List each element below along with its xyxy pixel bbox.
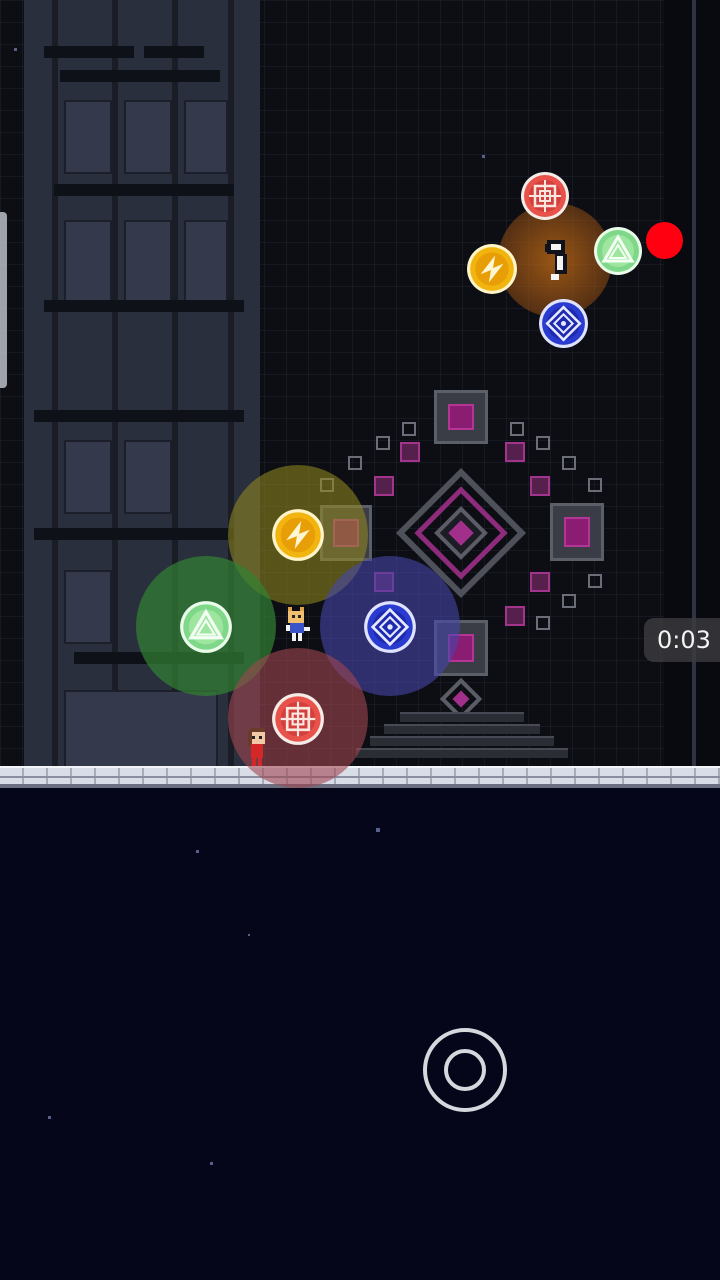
joystick-knob[interactable] bbox=[444, 1049, 486, 1091]
record-icon[interactable] bbox=[646, 222, 683, 259]
boss-red-orb bbox=[520, 171, 570, 221]
game-screen[interactable]: 0:03 bbox=[0, 0, 720, 1280]
bolt-icon bbox=[467, 244, 517, 294]
triangle-icon bbox=[594, 227, 642, 275]
crosshair-icon bbox=[272, 693, 324, 745]
ally-sprite bbox=[248, 728, 265, 766]
boss-blue-orb bbox=[538, 298, 589, 349]
crosshair-icon bbox=[521, 172, 569, 220]
boss-green-orb bbox=[593, 226, 643, 276]
side-drawer-handle[interactable] bbox=[0, 212, 7, 388]
player-sprite bbox=[286, 607, 310, 641]
triangle-icon bbox=[180, 601, 232, 653]
touch-control-area[interactable] bbox=[0, 790, 720, 1280]
elapsed-timer: 0:03 bbox=[644, 618, 720, 662]
diamond-icon bbox=[539, 299, 588, 348]
floor-seam bbox=[0, 776, 720, 778]
diamond-icon bbox=[364, 601, 416, 653]
player-yellow-orb bbox=[271, 508, 325, 562]
boss-yellow-orb bbox=[466, 243, 518, 295]
player-blue-orb bbox=[363, 600, 417, 654]
bolt-icon bbox=[272, 509, 324, 561]
boss-sprite bbox=[545, 240, 567, 280]
player-green-orb bbox=[179, 600, 233, 654]
player-red-orb bbox=[271, 692, 325, 746]
